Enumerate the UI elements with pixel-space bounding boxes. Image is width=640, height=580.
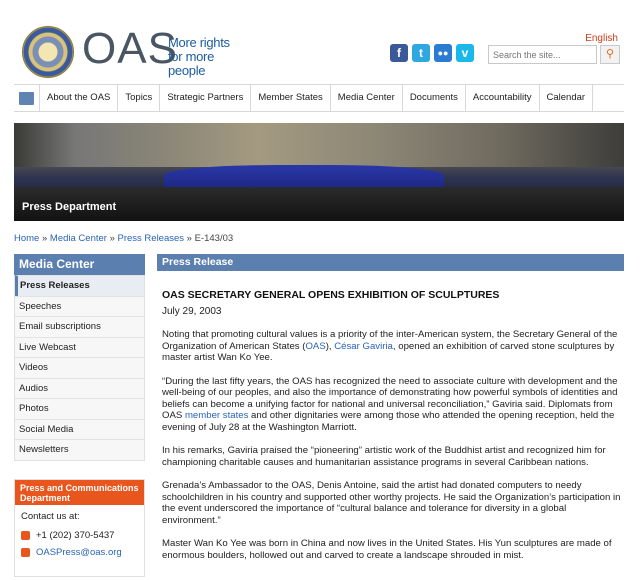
breadcrumb-home[interactable]: Home [14,233,39,244]
search-button[interactable]: ⚲ [600,45,620,64]
sidebar-item-audios[interactable]: Audios [15,377,144,398]
social-links: f t ●● v [390,44,474,62]
sidebar-item-videos[interactable]: Videos [15,357,144,378]
language-link[interactable]: English [585,33,618,44]
sidebar-item-live-webcast[interactable]: Live Webcast [15,336,144,357]
vimeo-icon[interactable]: v [456,44,474,62]
sidebar-item-press-releases[interactable]: Press Releases [15,275,144,296]
article-paragraph: Grenada’s Ambassador to the OAS, Denis A… [162,480,621,526]
nav-member-states[interactable]: Member States [251,85,331,111]
site-header: OAS More rights for more people English … [0,0,640,84]
nav-documents[interactable]: Documents [403,85,466,111]
sidebar: Media Center Press Releases Speeches Ema… [14,254,145,461]
breadcrumb-separator: » [184,233,195,244]
section-header: Press Release [157,254,624,271]
main-nav: About the OAS Topics Strategic Partners … [14,84,624,112]
home-button[interactable] [14,85,40,111]
breadcrumb-media-center[interactable]: Media Center [50,233,107,244]
contact-email-row: OASPress@oas.org [21,547,138,558]
contact-box: Press and Communications Department Cont… [14,479,145,577]
breadcrumb-press-releases[interactable]: Press Releases [118,233,185,244]
banner-caption: Press Department [22,201,117,213]
nav-accountability[interactable]: Accountability [466,85,540,111]
article-paragraph: Master Wan Ko Yee was born in China and … [162,538,612,561]
sidebar-item-email-subscriptions[interactable]: Email subscriptions [15,316,144,337]
sidebar-item-newsletters[interactable]: Newsletters [15,439,144,460]
oas-link[interactable]: OAS [305,341,325,352]
brand-tagline: More rights for more people [168,35,230,78]
breadcrumb: Home » Media Center » Press Releases » E… [14,233,233,244]
nav-topics[interactable]: Topics [118,85,161,111]
article-paragraph: “During the last fifty years, the OAS ha… [162,376,622,434]
email-icon [21,548,30,557]
contact-body: Contact us at: +1 (202) 370-5437 OASPres… [15,505,144,570]
breadcrumb-separator: » [106,233,118,244]
contact-title: Press and Communications Department [15,480,144,505]
article-date: July 29, 2003 [162,306,222,317]
article-title: OAS SECRETARY GENERAL OPENS EXHIBITION O… [162,289,500,301]
sidebar-list: Press Releases Speeches Email subscripti… [14,275,145,461]
banner-image: Press Department [14,123,624,221]
article-paragraph: In his remarks, Gaviria praised the “pio… [162,445,606,468]
nav-media-center[interactable]: Media Center [331,85,403,111]
flickr-icon[interactable]: ●● [434,44,452,62]
breadcrumb-separator: » [39,233,50,244]
phone-icon [21,531,30,540]
member-states-link[interactable]: member states [185,410,248,421]
sidebar-item-social-media[interactable]: Social Media [15,418,144,439]
brand-name[interactable]: OAS [82,27,178,71]
sidebar-item-photos[interactable]: Photos [15,398,144,419]
search-icon: ⚲ [605,48,615,60]
breadcrumb-current: E-143/03 [194,233,234,244]
home-icon [19,91,34,105]
banner-wall [14,123,624,167]
contact-phone: +1 (202) 370-5437 [36,530,115,541]
contact-phone-row: +1 (202) 370-5437 [21,530,138,541]
search-input[interactable] [488,45,597,64]
oas-seal-logo[interactable] [22,26,74,78]
paragraph-text: ), [325,340,335,352]
contact-intro: Contact us at: [21,511,80,522]
cesar-gaviria-link[interactable]: César Gaviria [334,341,393,352]
sidebar-item-speeches[interactable]: Speeches [15,295,144,316]
nav-about[interactable]: About the OAS [40,85,119,111]
nav-strategic-partners[interactable]: Strategic Partners [160,85,252,111]
sidebar-title: Media Center [14,254,145,275]
nav-calendar[interactable]: Calendar [540,85,594,111]
facebook-icon[interactable]: f [390,44,408,62]
contact-email-link[interactable]: OASPress@oas.org [36,547,122,558]
article-paragraph: Noting that promoting cultural values is… [162,329,622,364]
twitter-icon[interactable]: t [412,44,430,62]
main-content: Press Release OAS SECRETARY GENERAL OPEN… [157,254,624,561]
